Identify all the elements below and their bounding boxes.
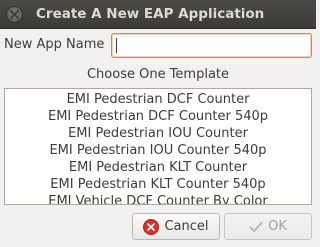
ok-button-label: OK <box>268 219 287 234</box>
template-item[interactable]: EMI Pedestrian KLT Counter <box>5 159 311 176</box>
app-name-input[interactable] <box>111 33 312 58</box>
text-caret <box>116 38 117 53</box>
cancel-button-label: Cancel <box>164 219 209 234</box>
window-title: Create A New EAP Application <box>36 6 265 22</box>
template-item[interactable]: EMI Pedestrian DCF Counter <box>5 91 311 108</box>
template-item[interactable]: EMI Pedestrian KLT Counter 540p <box>5 176 311 193</box>
template-item[interactable]: EMI Pedestrian IOU Counter 540p <box>5 142 311 159</box>
close-icon <box>10 10 19 19</box>
template-heading: Choose One Template <box>86 67 230 82</box>
title-bar: Create A New EAP Application <box>0 0 316 29</box>
ok-button[interactable]: OK <box>224 213 312 240</box>
cancel-icon <box>143 218 160 235</box>
template-item[interactable]: EMI Pedestrian IOU Counter <box>5 125 311 142</box>
app-name-label: New App Name <box>4 37 105 52</box>
template-item[interactable]: EMI Pedestrian DCF Counter 540p <box>5 108 311 125</box>
checkmark-icon <box>249 221 263 233</box>
cancel-button[interactable]: Cancel <box>132 213 220 240</box>
template-list[interactable]: EMI Pedestrian DCF Counter EMI Pedestria… <box>4 88 312 205</box>
window-close-button[interactable] <box>6 6 23 23</box>
template-item[interactable]: EMI Vehicle DCF Counter By Color <box>5 193 311 204</box>
